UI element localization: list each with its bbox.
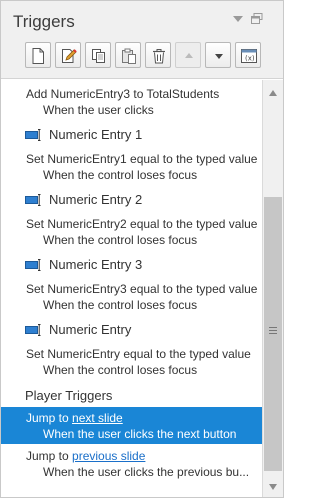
trigger-row[interactable]: Set NumericEntry equal to the typed valu…	[1, 344, 262, 378]
paste-icon	[122, 48, 136, 64]
trigger-group-label: Numeric Entry	[49, 322, 132, 338]
panel-header: Triggers (x)	[1, 1, 283, 79]
trigger-row-selected[interactable]: Jump to next slide When the user clicks …	[1, 407, 262, 444]
vertical-scrollbar[interactable]	[262, 80, 283, 497]
scroll-up-button[interactable]	[263, 84, 283, 102]
triggers-panel: Triggers (x) Add NumericEntry3 to TotalS…	[0, 0, 284, 498]
trigger-condition: When the control loses focus	[43, 363, 198, 377]
paste-trigger-button[interactable]	[115, 42, 141, 68]
edit-pencil-icon	[62, 49, 77, 63]
numeric-entry-icon	[25, 128, 41, 141]
move-down-button[interactable]	[205, 42, 231, 68]
player-triggers-header: Player Triggers	[25, 388, 113, 403]
copy-icon	[92, 49, 105, 63]
numeric-entry-icon	[25, 193, 41, 206]
numeric-entry-icon	[25, 258, 41, 271]
trigger-group-header[interactable]: Numeric Entry 2	[25, 191, 142, 207]
copy-trigger-button[interactable]	[85, 42, 111, 68]
trigger-group-header[interactable]: Numeric Entry 3	[25, 256, 142, 272]
trigger-action: Jump to previous slide	[26, 449, 145, 463]
trigger-action: Jump to next slide	[26, 411, 123, 425]
collapse-menu-icon[interactable]	[233, 15, 243, 23]
trigger-action-text: Jump to	[26, 411, 73, 425]
scrollbar-thumb[interactable]	[264, 197, 282, 471]
trigger-action: Set NumericEntry equal to the typed valu…	[26, 347, 251, 361]
restore-window-icon[interactable]	[251, 13, 263, 24]
trigger-row[interactable]: Set NumericEntry2 equal to the typed val…	[1, 214, 262, 248]
trigger-condition: When the control loses focus	[43, 298, 198, 312]
trigger-group-label: Numeric Entry 1	[49, 127, 143, 143]
delete-trigger-button[interactable]	[145, 42, 171, 68]
grip-icon	[269, 327, 277, 334]
triangle-down-icon	[215, 54, 223, 59]
trigger-group-header[interactable]: Numeric Entry	[25, 321, 131, 337]
trigger-condition: When the control loses focus	[43, 168, 198, 182]
trigger-condition: When the control loses focus	[43, 233, 198, 247]
new-trigger-button[interactable]	[25, 42, 51, 68]
trigger-condition: When the user clicks the next button	[43, 427, 237, 441]
edit-trigger-button[interactable]	[55, 42, 81, 68]
scroll-down-arrow-icon	[269, 484, 277, 490]
trigger-action: Set NumericEntry1 equal to the typed val…	[26, 152, 258, 166]
move-up-button[interactable]	[175, 42, 201, 68]
scroll-up-arrow-icon	[269, 90, 277, 96]
trigger-action-link[interactable]: previous slide	[72, 449, 145, 463]
variables-button[interactable]: (x)	[235, 42, 261, 68]
trash-icon	[153, 49, 165, 64]
trigger-action-link[interactable]: next slide	[72, 411, 123, 425]
trigger-action: Set NumericEntry3 equal to the typed val…	[26, 282, 258, 296]
svg-text:(x): (x)	[245, 55, 255, 63]
panel-title: Triggers	[13, 12, 75, 31]
scroll-down-button[interactable]	[263, 478, 283, 496]
trigger-condition: When the user clicks	[43, 103, 154, 117]
trigger-group-header[interactable]: Numeric Entry 1	[25, 126, 142, 142]
trigger-action: Add NumericEntry3 to TotalStudents	[26, 87, 220, 101]
triangle-up-icon	[185, 53, 193, 58]
trigger-action-text: Jump to	[26, 449, 73, 463]
new-document-icon	[32, 48, 44, 64]
trigger-row[interactable]: Set NumericEntry3 equal to the typed val…	[1, 279, 262, 313]
trigger-list: Add NumericEntry3 to TotalStudents When …	[1, 80, 262, 497]
trigger-row[interactable]: Set NumericEntry1 equal to the typed val…	[1, 149, 262, 183]
trigger-row[interactable]: Jump to previous slide When the user cli…	[1, 446, 262, 480]
trigger-condition: When the user clicks the previous bu...	[43, 465, 250, 479]
trigger-group-label: Numeric Entry 3	[49, 257, 143, 273]
trigger-action: Set NumericEntry2 equal to the typed val…	[26, 217, 258, 231]
variables-window-icon: (x)	[241, 49, 257, 63]
trigger-row[interactable]: Add NumericEntry3 to TotalStudents When …	[1, 84, 262, 118]
numeric-entry-icon	[25, 323, 41, 336]
trigger-group-label: Numeric Entry 2	[49, 192, 143, 208]
